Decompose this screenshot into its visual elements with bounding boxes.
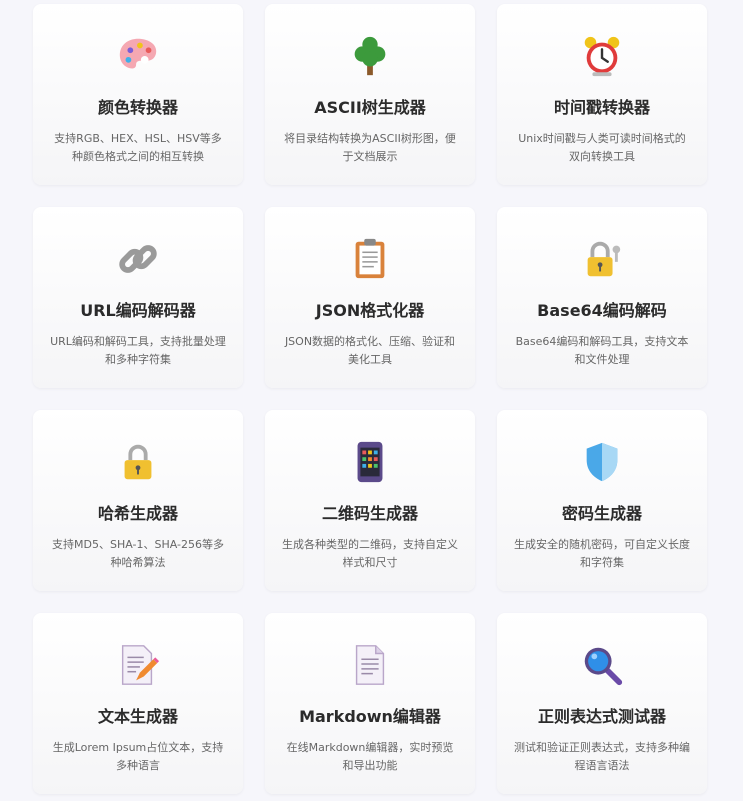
tool-card-qr-generator[interactable]: 二维码生成器 生成各种类型的二维码，支持自定义样式和尺寸 [265, 410, 475, 591]
document-icon [346, 641, 394, 689]
shield-icon [578, 438, 626, 486]
tool-title: 时间戳转换器 [553, 98, 650, 117]
tool-title: 密码生成器 [561, 504, 642, 523]
tool-card-regex-tester[interactable]: 正则表达式测试器 测试和验证正则表达式，支持多种编程语言语法 [497, 613, 707, 794]
tool-card-ascii-tree[interactable]: ASCII树生成器 将目录结构转换为ASCII树形图，便于文档展示 [265, 4, 475, 185]
tool-title: 哈希生成器 [97, 504, 178, 523]
tool-title: 颜色转换器 [97, 98, 178, 117]
tool-card-text-generator[interactable]: 文本生成器 生成Lorem Ipsum占位文本，支持多种语言 [33, 613, 243, 794]
tool-card-markdown-editor[interactable]: Markdown编辑器 在线Markdown编辑器，实时预览和导出功能 [265, 613, 475, 794]
alarm-clock-icon [578, 32, 626, 80]
tool-description: 生成安全的随机密码，可自定义长度和字符集 [514, 538, 690, 569]
tool-description: Unix时间戳与人类可读时间格式的双向转换工具 [518, 132, 686, 163]
tool-description: 测试和验证正则表达式，支持多种编程语言语法 [514, 741, 690, 772]
tool-title: URL编码解码器 [80, 301, 196, 320]
tool-description: 将目录结构转换为ASCII树形图，便于文档展示 [284, 132, 456, 163]
tool-card-timestamp[interactable]: 时间戳转换器 Unix时间戳与人类可读时间格式的双向转换工具 [497, 4, 707, 185]
tool-description: URL编码和解码工具，支持批量处理和多种字符集 [50, 335, 226, 366]
tool-title: 二维码生成器 [321, 504, 418, 523]
palette-icon [114, 32, 162, 80]
tool-card-color-converter[interactable]: 颜色转换器 支持RGB、HEX、HSL、HSV等多种颜色格式之间的相互转换 [33, 4, 243, 185]
tool-card-base64[interactable]: Base64编码解码 Base64编码和解码工具，支持文本和文件处理 [497, 207, 707, 388]
link-icon [114, 235, 162, 283]
tool-title: 文本生成器 [97, 707, 178, 726]
tree-icon [346, 32, 394, 80]
tool-card-hash[interactable]: 哈希生成器 支持MD5、SHA-1、SHA-256等多种哈希算法 [33, 410, 243, 591]
mobile-app-grid-icon [346, 438, 394, 486]
clipboard-icon [346, 235, 394, 283]
tool-title: 正则表达式测试器 [537, 707, 666, 726]
tool-description: 生成各种类型的二维码，支持自定义样式和尺寸 [282, 538, 458, 569]
tool-title: ASCII树生成器 [314, 98, 426, 117]
memo-pencil-icon [114, 641, 162, 689]
tool-card-url-codec[interactable]: URL编码解码器 URL编码和解码工具，支持批量处理和多种字符集 [33, 207, 243, 388]
tool-description: JSON数据的格式化、压缩、验证和美化工具 [284, 335, 456, 366]
tool-description: 支持MD5、SHA-1、SHA-256等多种哈希算法 [52, 538, 224, 569]
tool-title: JSON格式化器 [315, 301, 425, 320]
tool-grid: 颜色转换器 支持RGB、HEX、HSL、HSV等多种颜色格式之间的相互转换 AS… [33, 4, 707, 794]
lock-with-key-icon [578, 235, 626, 283]
tool-description: 在线Markdown编辑器，实时预览和导出功能 [286, 741, 454, 772]
magnifier-icon [578, 641, 626, 689]
tool-title: Base64编码解码 [537, 301, 667, 320]
tool-title: Markdown编辑器 [299, 707, 441, 726]
tool-card-json-formatter[interactable]: JSON格式化器 JSON数据的格式化、压缩、验证和美化工具 [265, 207, 475, 388]
tool-description: 生成Lorem Ipsum占位文本，支持多种语言 [52, 741, 224, 772]
tool-description: 支持RGB、HEX、HSL、HSV等多种颜色格式之间的相互转换 [54, 132, 222, 163]
lock-icon [114, 438, 162, 486]
tool-description: Base64编码和解码工具，支持文本和文件处理 [515, 335, 689, 366]
tool-card-password-generator[interactable]: 密码生成器 生成安全的随机密码，可自定义长度和字符集 [497, 410, 707, 591]
